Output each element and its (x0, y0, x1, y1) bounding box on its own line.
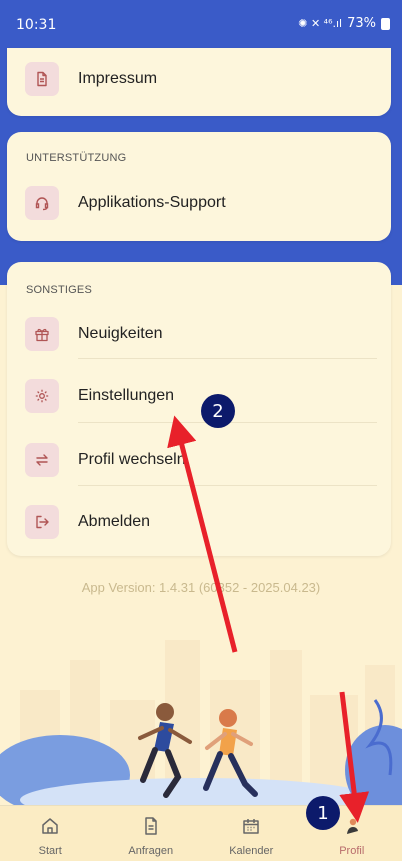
step-badge-2: 2 (201, 394, 235, 428)
battery-icon (381, 17, 390, 30)
profile-icon (342, 816, 362, 841)
section-title-support: UNTERSTÜTZUNG (26, 152, 127, 164)
divider (78, 485, 377, 486)
card-legal: Impressum (7, 48, 391, 116)
background-illustration (0, 620, 402, 800)
menu-item-label: Impressum (78, 70, 158, 87)
menu-item-impressum[interactable]: Impressum (7, 48, 391, 110)
home-icon (40, 816, 60, 841)
gift-icon (25, 317, 59, 351)
menu-item-label: Einstellungen (78, 387, 175, 404)
calendar-icon (241, 816, 261, 841)
nav-label: Kalender (229, 845, 274, 857)
menu-item-settings[interactable]: Einstellungen (7, 365, 391, 427)
bottom-nav: Start Anfragen Kalender Profil (0, 805, 402, 861)
card-support: UNTERSTÜTZUNG Applikations-Support (7, 132, 391, 241)
section-title-misc: SONSTIGES (26, 284, 92, 296)
nav-item-calendar[interactable]: Kalender (201, 806, 302, 861)
nav-label: Profil (339, 845, 365, 857)
gear-icon (25, 379, 59, 413)
app-version: App Version: 1.4.31 (60352 - 2025.04.23) (81, 580, 321, 595)
step-badge-1: 1 (306, 796, 340, 830)
status-bar: 10:31 ✺ ✕ ⁴⁶.ıl 73% (0, 0, 402, 50)
document-icon (25, 62, 59, 96)
battery-percent: 73% (347, 16, 376, 31)
menu-item-label: Neuigkeiten (78, 325, 163, 342)
menu-item-label: Profil wechseln (78, 451, 186, 468)
menu-item-label: Abmelden (78, 513, 151, 530)
status-indicators: ✺ ✕ ⁴⁶.ıl 73% (298, 16, 390, 31)
headset-icon (25, 186, 59, 220)
swap-icon (25, 443, 59, 477)
menu-item-logout[interactable]: Abmelden (7, 491, 391, 553)
menu-item-label: Applikations-Support (78, 194, 226, 211)
logout-icon (25, 505, 59, 539)
nav-item-requests[interactable]: Anfragen (101, 806, 202, 861)
menu-item-news[interactable]: Neuigkeiten (7, 303, 391, 365)
requests-icon (141, 816, 161, 841)
menu-item-application-support[interactable]: Applikations-Support (7, 172, 391, 234)
menu-item-switch-profile[interactable]: Profil wechseln (7, 429, 391, 491)
nav-item-start[interactable]: Start (0, 806, 101, 861)
divider (78, 358, 377, 359)
card-misc: SONSTIGES Neuigkeiten Einstellungen Prof… (7, 262, 391, 556)
status-time: 10:31 (16, 17, 57, 33)
signal-icons: ✺ ✕ ⁴⁶.ıl (298, 17, 343, 30)
nav-label: Start (38, 845, 62, 857)
nav-label: Anfragen (128, 845, 174, 857)
